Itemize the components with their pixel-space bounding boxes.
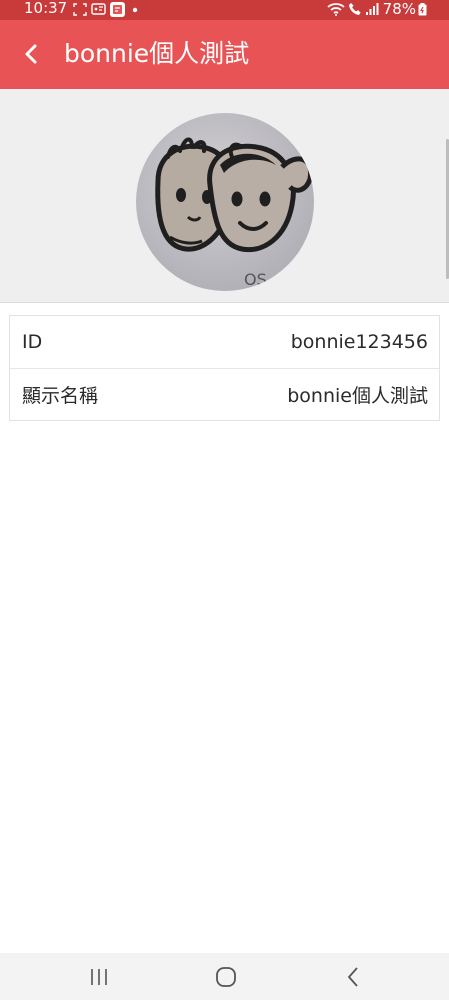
id-row: ID bonnie123456 [10,316,439,368]
wifi-icon [327,3,345,16]
back-icon[interactable] [342,965,366,989]
profile-header: OS [0,89,449,303]
svg-text:OS: OS [244,270,267,289]
cast-icon [91,3,106,15]
chevron-left-icon[interactable] [20,42,44,66]
status-right-icons: 78% [327,0,427,18]
avatar[interactable]: OS [136,113,314,291]
notification-icons [73,2,140,17]
app-notification-icon [110,2,125,17]
status-time: 10:37 [24,0,68,17]
battery-icon [418,2,427,15]
status-bar: 10:37 78% [0,0,449,20]
profile-info-list: ID bonnie123456 顯示名稱 bonnie個人測試 [9,315,440,421]
cartoon-kids-avatar-image: OS [136,113,314,291]
app-toolbar: bonnie個人測試 [0,20,449,89]
screenshot-icon [73,3,87,16]
system-nav-bar [0,953,449,1000]
dot-icon [132,7,138,12]
display-name-value: bonnie個人測試 [287,385,428,407]
display-name-label: 顯示名稱 [22,385,99,407]
display-name-row[interactable]: 顯示名稱 bonnie個人測試 [10,368,439,420]
home-icon[interactable] [214,965,238,989]
id-label: ID [22,331,43,353]
recent-apps-icon[interactable] [87,965,111,989]
volte-call-icon [348,3,361,15]
signal-icon [365,3,379,15]
page-title: bonnie個人測試 [64,39,250,68]
id-value: bonnie123456 [290,331,428,353]
battery-percent: 78% [382,0,416,18]
